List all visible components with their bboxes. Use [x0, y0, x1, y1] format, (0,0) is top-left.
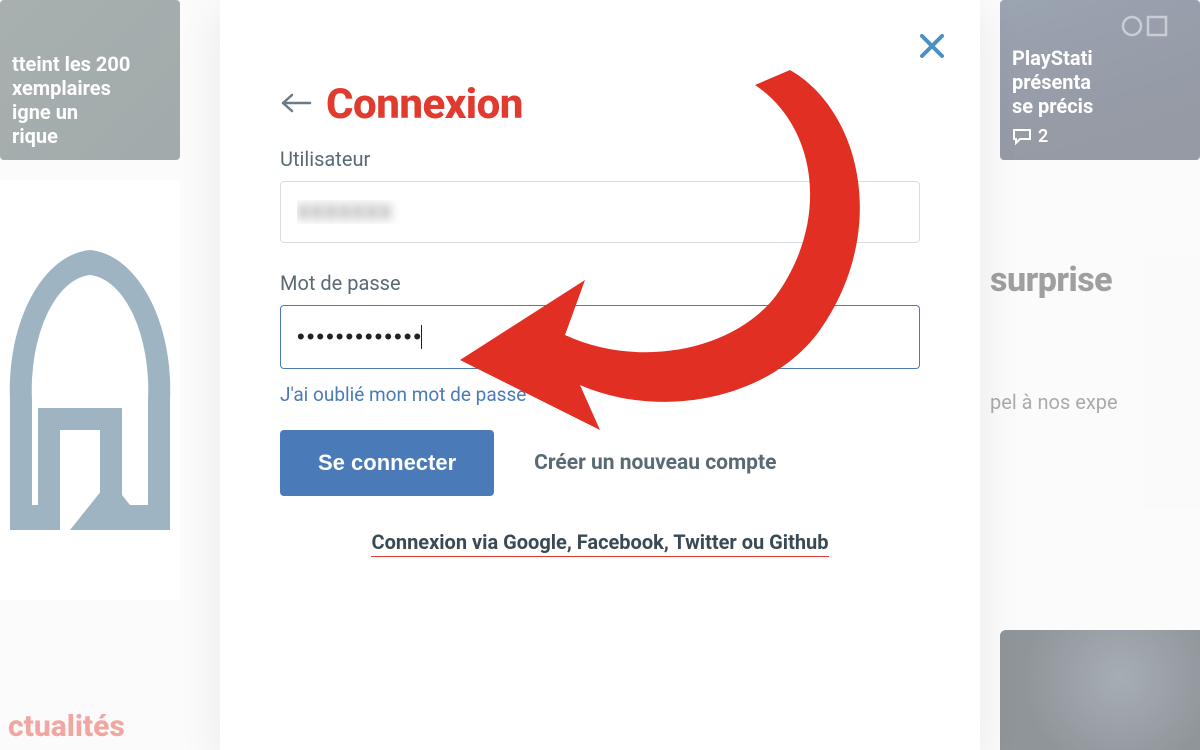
close-button[interactable] [914, 28, 950, 64]
create-account-link[interactable]: Créer un nouveau compte [534, 451, 776, 475]
social-login-link[interactable]: Connexion via Google, Facebook, Twitter … [371, 530, 828, 557]
modal-title: Connexion [326, 80, 523, 129]
back-button[interactable] [280, 90, 312, 120]
login-modal: Connexion Utilisateur Mot de passe •••••… [220, 0, 980, 750]
password-input[interactable]: ••••••••••••• [280, 305, 920, 369]
username-input[interactable] [280, 181, 920, 243]
close-icon [918, 32, 946, 60]
arrow-left-icon [280, 92, 312, 114]
text-caret-icon [421, 325, 422, 349]
username-label: Utilisateur [280, 147, 920, 171]
login-button[interactable]: Se connecter [280, 430, 494, 496]
password-dots: ••••••••••••• [297, 324, 423, 350]
forgot-password-link[interactable]: J'ai oublié mon mot de passe [280, 383, 526, 406]
password-label: Mot de passe [280, 271, 920, 295]
